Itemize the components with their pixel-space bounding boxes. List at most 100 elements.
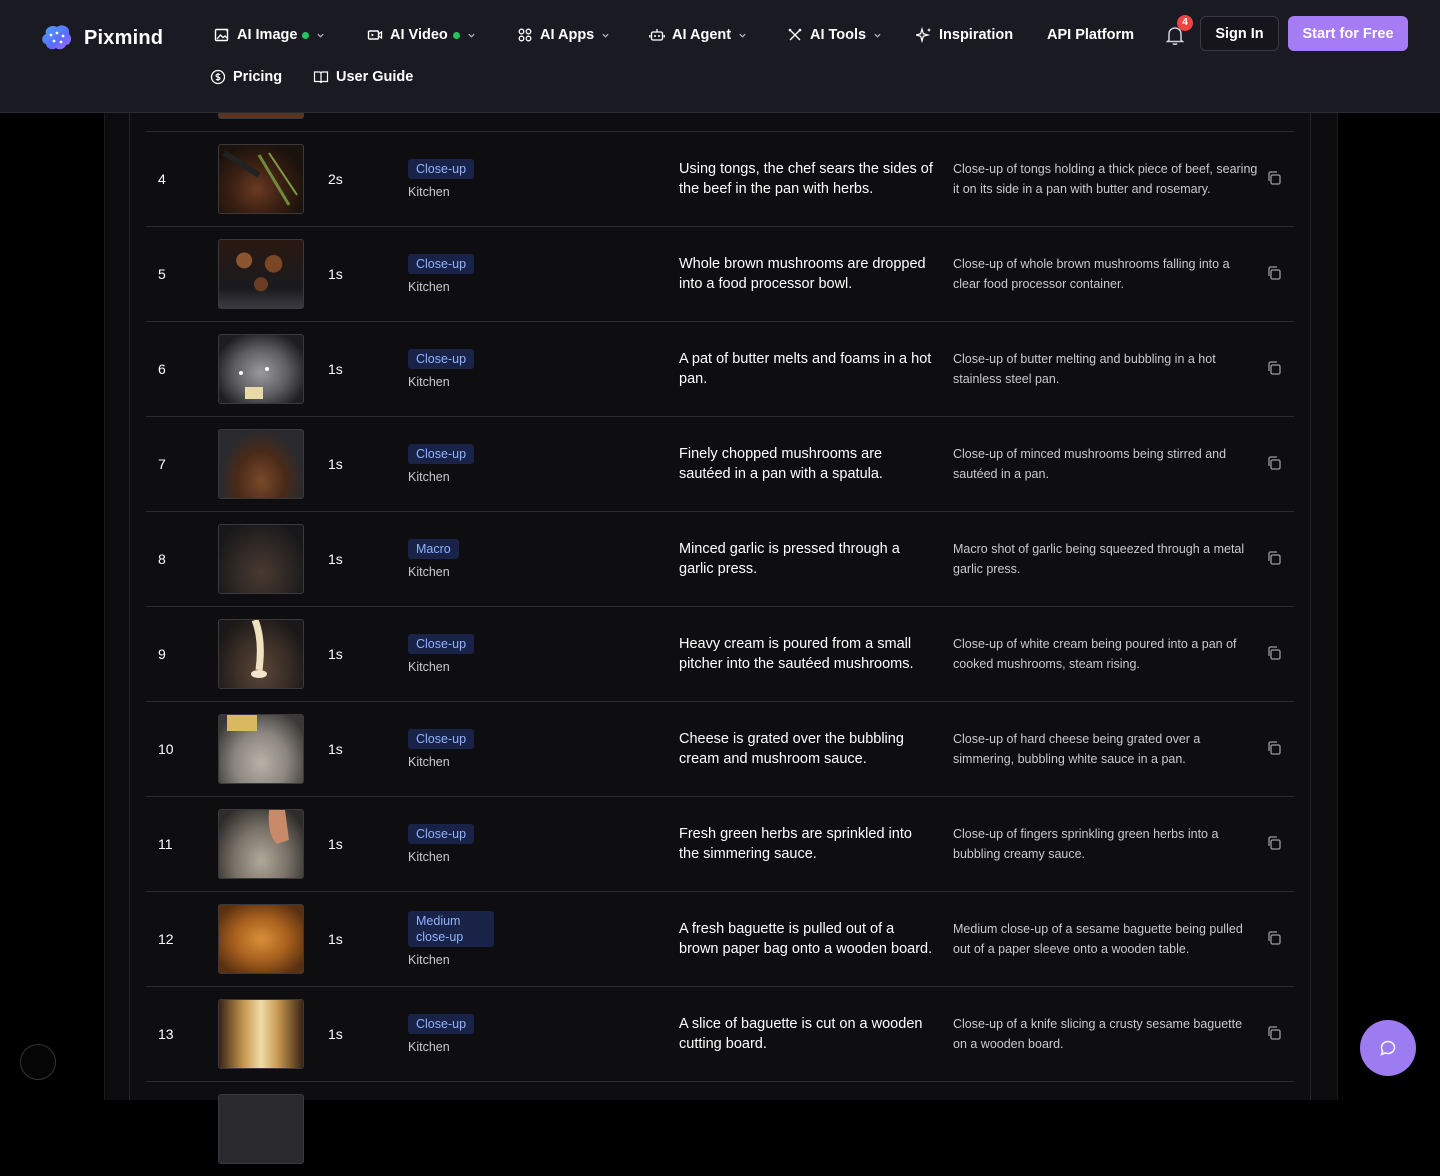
copy-icon[interactable] — [1266, 740, 1282, 756]
copy-icon[interactable] — [1266, 1025, 1282, 1041]
nav-user-guide[interactable]: User Guide — [313, 69, 413, 85]
floating-status-button[interactable] — [20, 1044, 56, 1080]
chat-bubble-icon — [1380, 1040, 1396, 1056]
shot-type-tag: Macro — [408, 538, 459, 559]
copy-icon[interactable] — [1266, 645, 1282, 661]
table-row — [146, 1081, 1294, 1176]
brand-logo[interactable]: Pixmind — [40, 22, 163, 54]
scene-number: 5 — [158, 265, 166, 282]
nav-ai-agent[interactable]: AI Agent — [649, 27, 747, 43]
copy-icon[interactable] — [1266, 170, 1282, 186]
chevron-down-icon — [602, 33, 609, 38]
video-camera-icon — [367, 30, 383, 40]
shot-type-tag: Close-up — [408, 823, 475, 844]
scene-prompt: Medium close-up of a sesame baguette bei… — [953, 921, 1243, 956]
brand-name: Pixmind — [84, 26, 164, 49]
scene-prompt: Close-up of butter melting and bubbling … — [953, 351, 1216, 386]
table-row: 11 1s Close-up Kitchen Fresh green herbs… — [146, 796, 1294, 892]
scene-thumbnail[interactable] — [218, 904, 304, 974]
chat-support-button[interactable] — [1360, 1020, 1416, 1076]
nav-pricing[interactable]: Pricing — [210, 69, 282, 85]
scene-number: 4 — [158, 170, 166, 187]
nav-label: Inspiration — [939, 27, 1014, 43]
table-row: 4 2s Close-up Kitchen Using tongs, the c… — [146, 131, 1294, 227]
nav-ai-apps[interactable]: AI Apps — [517, 27, 610, 43]
shot-type-tag: Close-up — [408, 253, 475, 274]
scene-number: 6 — [158, 360, 166, 377]
nav-label: AI Image — [237, 27, 298, 43]
nav-api-platform[interactable]: API Platform — [1047, 27, 1134, 43]
nav-label: AI Apps — [540, 27, 595, 43]
copy-icon[interactable] — [1266, 930, 1282, 946]
sign-in-button[interactable]: Sign In — [1200, 16, 1279, 51]
scene-prompt: Close-up of minced mushrooms being stirr… — [953, 446, 1227, 481]
scene-duration: 1s — [328, 930, 343, 947]
brain-logo-icon — [42, 25, 72, 50]
apps-grid-icon — [518, 28, 532, 42]
scene-number: 13 — [158, 1025, 174, 1042]
shot-type-tag: Close-up — [408, 348, 475, 369]
scene-thumbnail[interactable] — [218, 144, 304, 214]
copy-icon[interactable] — [1266, 550, 1282, 566]
shot-type-tag: Close-up — [408, 1013, 475, 1034]
scene-duration: 1s — [328, 1025, 343, 1042]
page-background-left — [0, 0, 104, 1100]
shot-type-tag: Close-up — [408, 158, 475, 179]
scene-duration: 2s — [328, 170, 343, 187]
nav-ai-image[interactable]: AI Image — [214, 27, 325, 43]
copy-icon[interactable] — [1266, 455, 1282, 471]
table-row: 5 1s Close-up Kitchen Whole brown mushro… — [146, 226, 1294, 322]
scene-number: 9 — [158, 645, 166, 662]
scene-number: 7 — [158, 455, 166, 472]
scene-thumbnail[interactable] — [218, 429, 304, 499]
scene-thumbnail[interactable] — [218, 239, 304, 309]
scene-location: Kitchen — [408, 659, 450, 674]
chevron-down-icon — [874, 33, 881, 38]
table-row: 7 1s Close-up Kitchen Finely chopped mus… — [146, 416, 1294, 512]
scene-thumbnail[interactable] — [218, 809, 304, 879]
scene-description: A pat of butter melts and foams in a hot… — [679, 350, 932, 387]
scene-location: Kitchen — [408, 374, 450, 389]
notification-badge: 4 — [1177, 15, 1193, 31]
scene-thumbnail[interactable] — [218, 524, 304, 594]
scene-prompt: Close-up of whole brown mushrooms fallin… — [953, 256, 1230, 291]
scene-duration: 1s — [328, 265, 343, 282]
copy-icon[interactable] — [1266, 835, 1282, 851]
nav-label: User Guide — [336, 69, 414, 85]
table-row: 6 1s Close-up Kitchen A pat of butter me… — [146, 321, 1294, 417]
scene-location: Kitchen — [408, 469, 450, 484]
butter-art — [239, 367, 269, 399]
shot-type-tag: Medium close-up — [408, 910, 494, 947]
scene-location: Kitchen — [408, 754, 450, 769]
scene-number: 10 — [158, 740, 174, 757]
scene-duration: 1s — [328, 645, 343, 662]
top-navigation-bar: Pixmind AI Image AI Video AI Apps AI Age… — [0, 0, 1440, 113]
scene-number: 8 — [158, 550, 166, 567]
start-for-free-button[interactable]: Start for Free — [1288, 16, 1408, 51]
scene-thumbnail[interactable] — [218, 1094, 304, 1164]
scene-thumbnail[interactable] — [218, 714, 304, 784]
live-indicator — [302, 31, 310, 39]
chevron-down-icon — [468, 33, 475, 38]
table-row: 9 1s Close-up Kitchen Heavy cream is pou… — [146, 606, 1294, 702]
copy-icon[interactable] — [1266, 360, 1282, 376]
table-row: 12 1s Medium close-up Kitchen A fresh ba… — [146, 891, 1294, 987]
image-sparkle-icon — [214, 28, 229, 42]
shot-type-tag: Close-up — [408, 633, 475, 654]
nav-inspiration[interactable]: Inspiration — [916, 27, 1013, 43]
scene-duration: 1s — [328, 360, 343, 377]
book-icon — [313, 71, 329, 84]
scene-description: Heavy cream is poured from a small pitch… — [679, 635, 914, 672]
copy-icon[interactable] — [1266, 265, 1282, 281]
scene-description: Finely chopped mushrooms are sautéed in … — [679, 445, 883, 482]
nav-label: AI Agent — [672, 27, 732, 43]
nav-ai-video[interactable]: AI Video — [367, 27, 476, 43]
scene-thumbnail[interactable] — [218, 999, 304, 1069]
scene-thumbnail[interactable] — [218, 619, 304, 689]
scene-description: A slice of baguette is cut on a wooden c… — [679, 1015, 923, 1052]
scene-thumbnail[interactable] — [218, 334, 304, 404]
table-row: 8 1s Macro Kitchen Minced garlic is pres… — [146, 511, 1294, 607]
nav-ai-tools[interactable]: AI Tools — [787, 27, 882, 43]
scene-prompt: Close-up of fingers sprinkling green her… — [953, 826, 1219, 861]
scene-prompt: Macro shot of garlic being squeezed thro… — [953, 541, 1245, 576]
